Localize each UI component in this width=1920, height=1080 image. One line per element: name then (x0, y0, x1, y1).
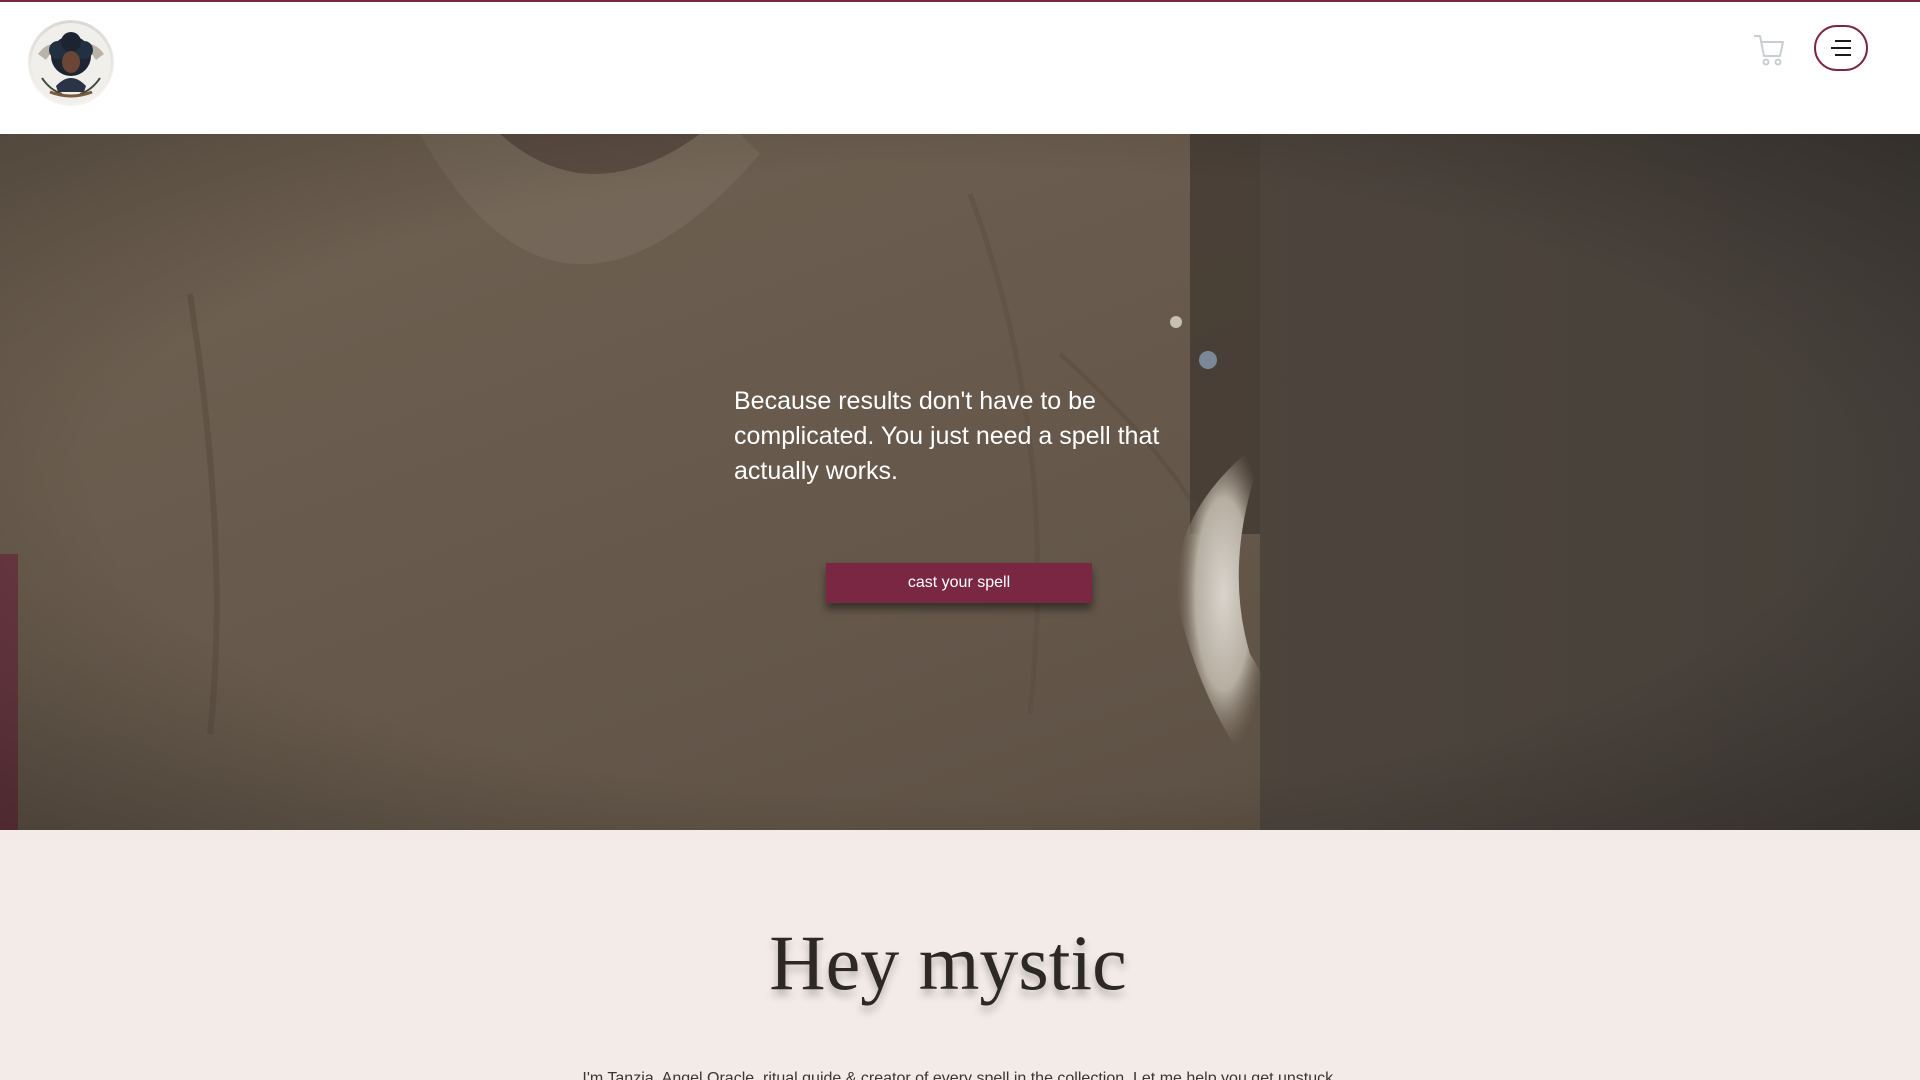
intro-text: I'm Tanzia, Angel Oracle, ritual guide &… (582, 1070, 1338, 1080)
site-header (0, 0, 1920, 134)
hamburger-menu-icon (1831, 40, 1851, 56)
section-heading: Hey mystic (769, 919, 1127, 1006)
cart-icon[interactable] (1752, 32, 1786, 68)
menu-button[interactable] (1814, 25, 1868, 71)
cast-your-spell-button[interactable]: cast your spell (826, 563, 1092, 603)
hero-section: Because results don't have to be complic… (0, 134, 1920, 830)
logo-emblem-icon (31, 23, 111, 103)
about-section: Hey mystic I'm Tanzia, Angel Oracle, rit… (0, 830, 1920, 1080)
site-logo[interactable] (28, 20, 114, 106)
hero-tagline: Because results don't have to be complic… (734, 387, 1160, 485)
